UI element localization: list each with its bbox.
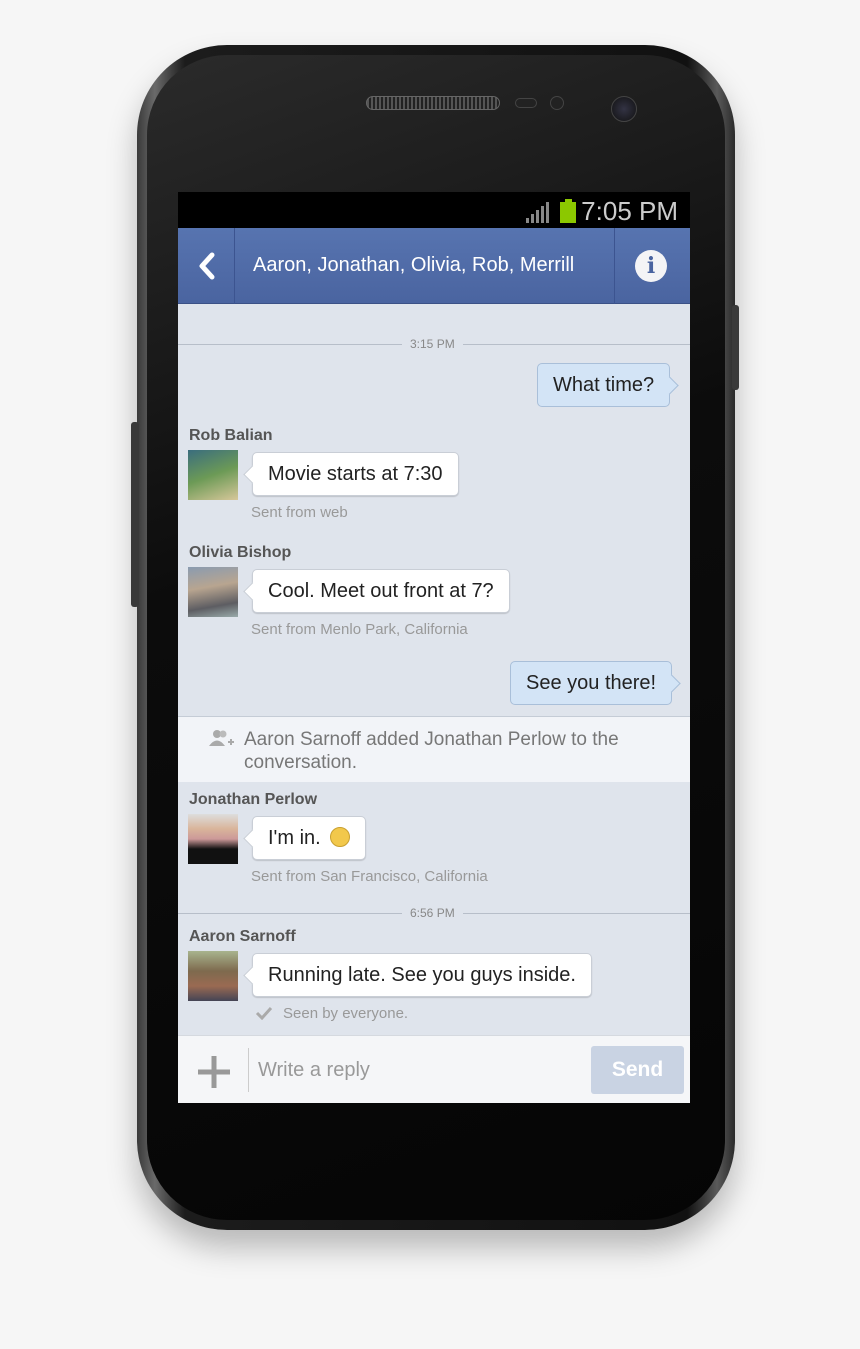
system-notice: Aaron Sarnoff added Jonathan Perlow to t… xyxy=(178,716,690,782)
conversation-title[interactable]: Aaron, Jonathan, Olivia, Rob, Merrill xyxy=(253,254,574,277)
volume-button xyxy=(131,422,139,607)
message-bubble[interactable]: I'm in. xyxy=(252,816,367,860)
reply-input[interactable] xyxy=(258,1052,578,1088)
composer: Send xyxy=(178,1035,690,1103)
avatar-jonathan[interactable] xyxy=(188,814,238,864)
clock: 7:05 PM xyxy=(581,196,678,226)
system-notice-text: Aaron Sarnoff added Jonathan Perlow to t… xyxy=(244,729,619,773)
message-text: I'm in. xyxy=(268,827,321,849)
add-people-icon xyxy=(209,730,234,746)
sender-name: Jonathan Perlow xyxy=(189,791,318,808)
avatar-aaron[interactable] xyxy=(188,951,238,1001)
message-meta: Sent from web xyxy=(251,504,348,521)
message-meta: Sent from Menlo Park, California xyxy=(251,621,468,638)
battery-icon xyxy=(560,199,576,223)
message-bubble-outgoing[interactable]: See you there! xyxy=(510,661,673,705)
add-attachment-button[interactable] xyxy=(197,1055,231,1089)
front-camera xyxy=(611,96,637,122)
sensor xyxy=(550,96,564,110)
signal-icon xyxy=(526,202,549,223)
message-bubble[interactable]: Running late. See you guys inside. xyxy=(252,953,592,997)
time-divider-label: 3:15 PM xyxy=(402,337,463,351)
info-button[interactable]: i xyxy=(635,250,667,282)
message-bubble-outgoing[interactable]: What time? xyxy=(537,363,671,407)
checkmark-icon xyxy=(255,1006,273,1020)
sender-name: Rob Balian xyxy=(189,427,273,444)
sender-name: Olivia Bishop xyxy=(189,544,292,561)
back-button[interactable] xyxy=(178,228,234,304)
message-bubble[interactable]: Cool. Meet out front at 7? xyxy=(252,569,510,613)
time-divider-label: 6:56 PM xyxy=(402,906,463,920)
smiley-emoji-icon xyxy=(330,827,351,847)
avatar-olivia[interactable] xyxy=(188,567,238,617)
sensor xyxy=(515,98,537,108)
avatar-rob[interactable] xyxy=(188,450,238,500)
sender-name: Aaron Sarnoff xyxy=(189,928,296,945)
message-bubble[interactable]: Movie starts at 7:30 xyxy=(252,452,459,496)
send-button[interactable]: Send xyxy=(591,1046,684,1094)
power-button xyxy=(732,305,739,390)
info-icon: i xyxy=(646,253,656,279)
earpiece-speaker xyxy=(366,96,500,110)
status-bar: 7:05 PM xyxy=(178,192,690,228)
message-meta: Sent from San Francisco, California xyxy=(251,868,488,885)
chevron-left-icon xyxy=(199,252,215,280)
conversation-header: Aaron, Jonathan, Olivia, Rob, Merrill i xyxy=(178,228,690,304)
seen-status: Seen by everyone. xyxy=(283,1005,409,1022)
